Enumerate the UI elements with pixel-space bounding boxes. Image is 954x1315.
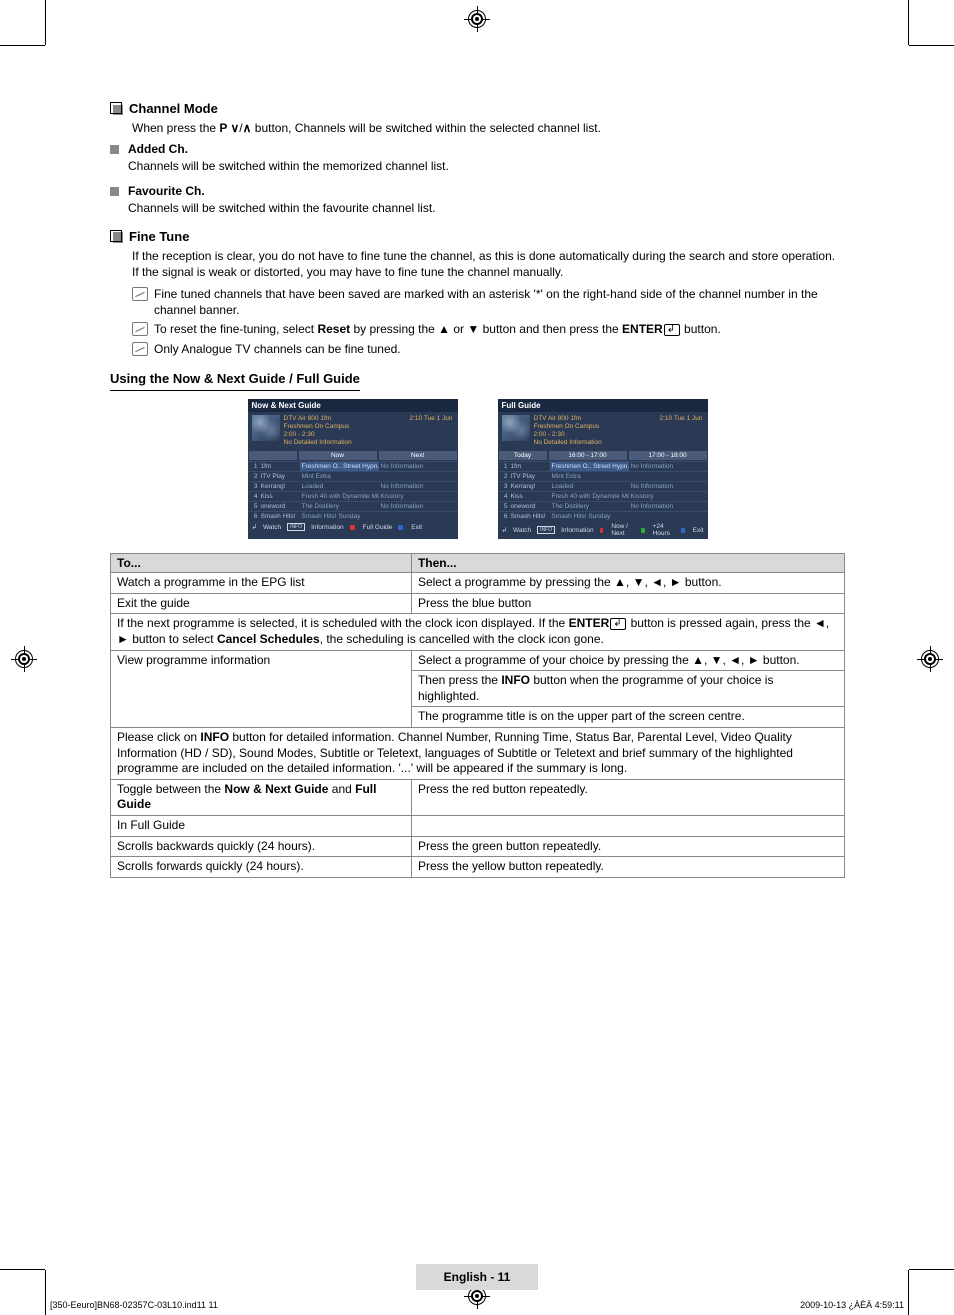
table-header-then: Then...	[411, 554, 844, 573]
print-meta-line: [350-Eeuro]BN68-02357C-03L10.ind11 11 20…	[50, 1300, 904, 1310]
table-note-row: If the next programme is selected, it is…	[111, 614, 845, 650]
guide-row: 4KissFresh 40 with Dynamite MCKisstory	[498, 491, 708, 501]
registration-mark-icon	[921, 650, 939, 668]
green-dot-icon	[641, 528, 645, 533]
guide-row: 11fmFreshmen O.. Street Hypn..No Informa…	[498, 461, 708, 471]
page-number-badge: English - 11	[416, 1264, 539, 1290]
square-bullet-icon	[110, 230, 122, 242]
thumbnail-icon	[502, 415, 530, 441]
text-fine-tune-note1: Fine tuned channels that have been saved…	[154, 286, 845, 318]
enter-icon	[664, 324, 680, 336]
guide-row: 4KissFresh 40 with Dynamite MCKisstory	[248, 491, 458, 501]
meta-filename: [350-Eeuro]BN68-02357C-03L10.ind11 11	[50, 1300, 218, 1310]
panel-now-next-guide: Now & Next Guide DTV Air 800 1fm Freshme…	[248, 399, 458, 540]
registration-mark-icon	[468, 10, 486, 28]
heading-channel-mode: Channel Mode	[110, 101, 845, 116]
text-favourite-ch: Channels will be switched within the fav…	[128, 200, 436, 216]
heading-fine-tune: Fine Tune	[110, 229, 845, 244]
enter-icon	[610, 618, 626, 630]
blue-dot-icon	[681, 528, 685, 533]
guide-row: 5onewordThe DistilleryNo Information	[498, 501, 708, 511]
down-caret-icon: ∨	[231, 121, 240, 135]
guide-row: 11fmFreshmen O.. Street Hypn..No Informa…	[248, 461, 458, 471]
table-row: In Full Guide	[111, 815, 845, 836]
guide-row: 5onewordThe DistilleryNo Information	[248, 501, 458, 511]
heading-favourite-ch: Favourite Ch.	[128, 184, 436, 198]
panel-full-guide: Full Guide DTV Air 800 1fm Freshmen On C…	[498, 399, 708, 540]
square-bullet-icon	[110, 102, 122, 114]
text-added-ch: Channels will be switched within the mem…	[128, 158, 449, 174]
enter-icon: ↲	[502, 526, 507, 534]
note-icon	[132, 287, 148, 301]
panel-title: Now & Next Guide	[248, 399, 458, 412]
thumbnail-icon	[252, 415, 280, 441]
label-p-button: P	[219, 121, 230, 135]
info-icon: INFO	[287, 523, 305, 531]
text-fine-tune-note2: To reset the fine-tuning, select Reset b…	[154, 321, 721, 337]
page-footer: English - 11	[0, 1264, 954, 1290]
red-dot-icon	[600, 528, 604, 533]
guide-row: 3Kerrang!LoadedNo Information	[498, 481, 708, 491]
table-note-row: Please click on INFO button for detailed…	[111, 727, 845, 779]
heading-guide-usage: Using the Now & Next Guide / Full Guide	[110, 371, 360, 391]
table-row: View programme information Select a prog…	[111, 650, 845, 671]
panel-title: Full Guide	[498, 399, 708, 412]
table-row: Toggle between the Now & Next Guide and …	[111, 779, 845, 815]
guide-row: 3Kerrang!LoadedNo Information	[248, 481, 458, 491]
table-row: Exit the guide Press the blue button	[111, 593, 845, 614]
guide-row: 6Smash Hits!Smash Hits! Sunday	[498, 511, 708, 521]
grey-square-bullet-icon	[110, 187, 119, 196]
guide-row: 6Smash Hits!Smash Hits! Sunday	[248, 511, 458, 521]
meta-timestamp: 2009-10-13 ¿ÀÈÄ 4:59:11	[800, 1300, 904, 1310]
note-icon	[132, 342, 148, 356]
red-dot-icon	[350, 525, 355, 530]
registration-mark-icon	[15, 650, 33, 668]
instruction-table: To... Then... Watch a programme in the E…	[110, 553, 845, 878]
text-channel-mode-desc: When press the P ∨/∧ button, Channels wi…	[132, 120, 845, 136]
table-row: Scrolls backwards quickly (24 hours). Pr…	[111, 836, 845, 857]
table-row: Watch a programme in the EPG list Select…	[111, 573, 845, 594]
enter-icon: ↲	[252, 523, 257, 531]
table-row: Scrolls forwards quickly (24 hours). Pre…	[111, 857, 845, 878]
grey-square-bullet-icon	[110, 145, 119, 154]
blue-dot-icon	[398, 525, 403, 530]
guide-screenshots: Now & Next Guide DTV Air 800 1fm Freshme…	[110, 399, 845, 540]
table-header-to: To...	[111, 554, 412, 573]
text-fine-tune-para: If the reception is clear, you do not ha…	[132, 248, 845, 280]
heading-added-ch: Added Ch.	[128, 142, 449, 156]
guide-row: 2ITV PlayMint Extra	[248, 471, 458, 481]
guide-row: 2ITV PlayMint Extra	[498, 471, 708, 481]
info-icon: INFO	[537, 526, 555, 534]
guide-rows: 11fmFreshmen O.. Street Hypn..No Informa…	[248, 461, 458, 521]
note-icon	[132, 322, 148, 336]
text-fine-tune-note3: Only Analogue TV channels can be fine tu…	[154, 341, 401, 357]
guide-rows: 11fmFreshmen O.. Street Hypn..No Informa…	[498, 461, 708, 521]
